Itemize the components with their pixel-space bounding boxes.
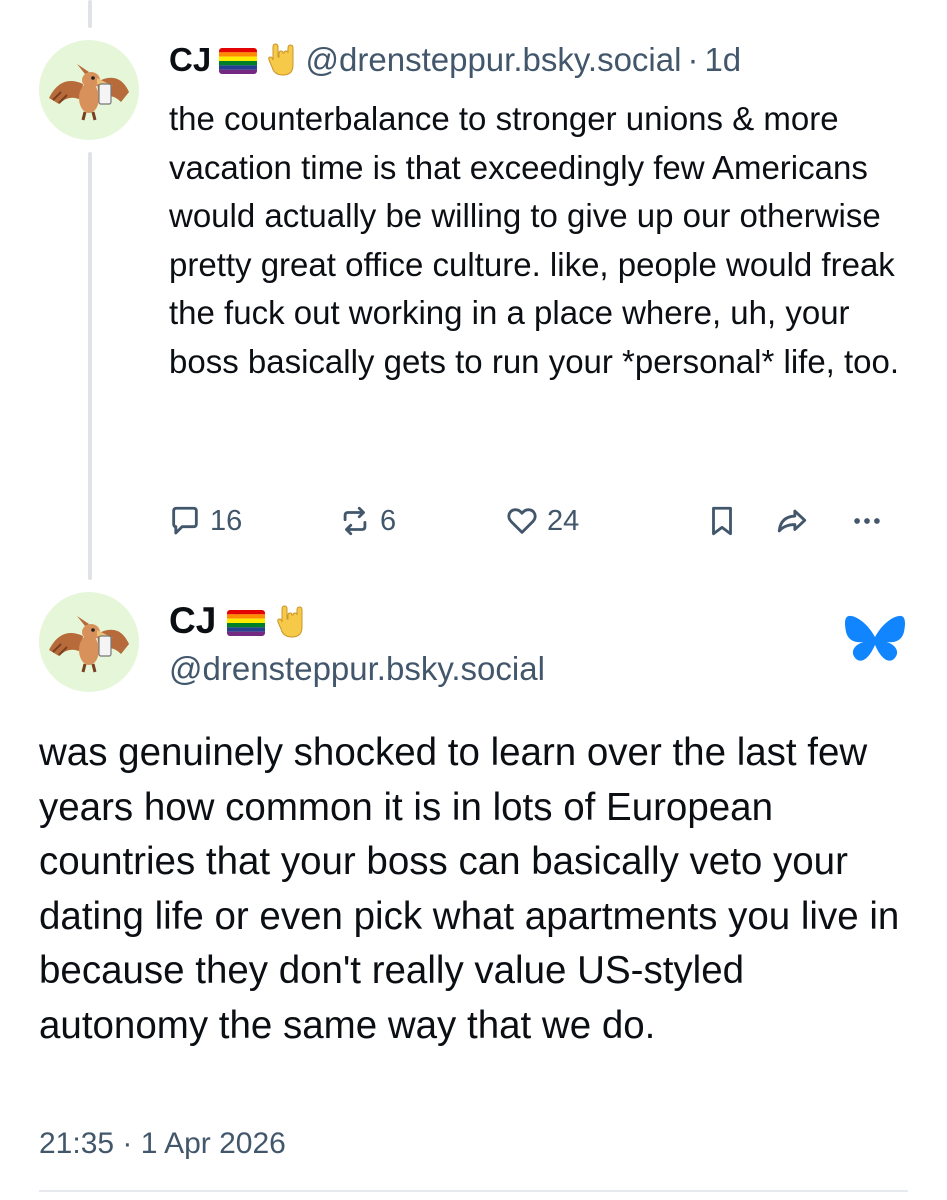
bottom-divider [39, 1190, 908, 1192]
heart-icon [507, 508, 537, 534]
rock-on-hand-icon [266, 43, 296, 77]
repost-arrows-icon [343, 506, 367, 536]
reply-author-name[interactable]: CJ [169, 41, 211, 78]
bookmark-icon [712, 506, 732, 536]
repost-button[interactable]: 6 [338, 496, 396, 546]
reply-action-bar: 16 6 24 [160, 496, 900, 546]
reply-author-avatar[interactable] [39, 40, 139, 140]
post-timestamp[interactable]: 21:35 · 1 Apr 2026 [39, 1124, 286, 1164]
main-post-text: was genuinely shocked to learn over the … [39, 731, 900, 1047]
header-separator: · [687, 41, 699, 78]
thread-line-top [88, 0, 92, 28]
like-count: 24 [547, 504, 580, 537]
main-author-name[interactable]: CJ [169, 600, 216, 641]
main-author-name-row: CJ [169, 598, 305, 644]
like-button[interactable]: 24 [505, 496, 579, 546]
more-options-button[interactable] [850, 496, 884, 546]
reply-count: 16 [210, 504, 243, 537]
ellipsis-icon [854, 518, 880, 524]
speech-bubble-icon [172, 506, 198, 535]
bluesky-butterfly-icon[interactable] [844, 613, 906, 669]
main-author-avatar[interactable] [39, 592, 139, 692]
reply-time-ago[interactable]: 1d [704, 41, 741, 78]
share-arrow-icon [777, 509, 807, 533]
bookmark-button[interactable] [705, 496, 739, 546]
reply-author-handle[interactable]: @drensteppur.bsky.social [306, 41, 682, 78]
pterodactyl-avatar-icon [49, 616, 129, 673]
pterodactyl-avatar-icon [49, 64, 129, 121]
reply-post-header: CJ @drensteppur.bsky.social · 1d [169, 38, 741, 82]
main-author-handle[interactable]: @drensteppur.bsky.social [169, 646, 545, 692]
share-button[interactable] [775, 496, 809, 546]
repost-count: 6 [380, 504, 397, 537]
thread-line-connector [88, 152, 92, 580]
rainbow-flag-icon [219, 48, 258, 74]
reply-button[interactable]: 16 [168, 496, 242, 546]
rainbow-flag-icon [226, 610, 265, 636]
reply-post-text: the counterbalance to stronger unions & … [169, 100, 900, 380]
rock-on-hand-icon [275, 605, 305, 639]
